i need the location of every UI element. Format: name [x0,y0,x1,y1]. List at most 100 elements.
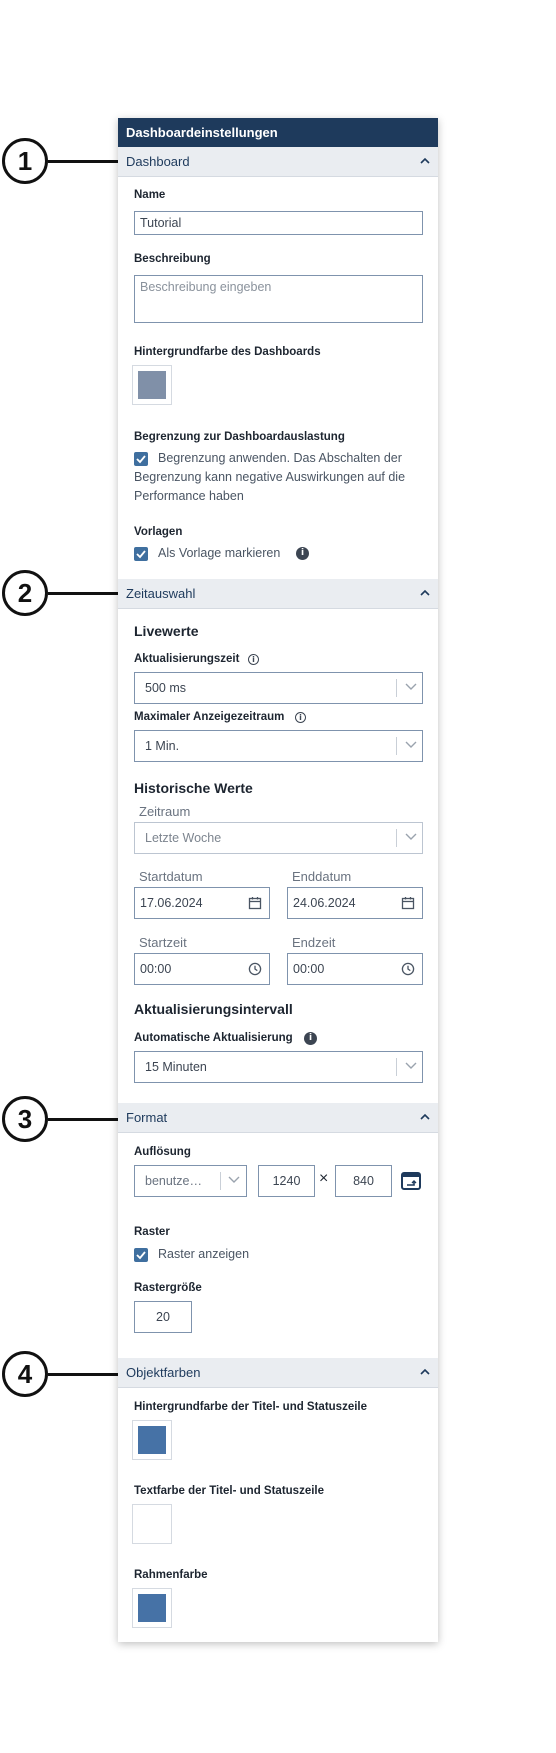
description-label: Beschreibung [134,253,211,265]
info-icon[interactable]: i [296,547,309,560]
select-separator [396,679,397,697]
title-bar-bg-color-picker[interactable] [132,1420,172,1460]
select-separator [396,829,397,847]
section-title-format: Format [126,1110,168,1125]
select-separator [396,737,397,755]
section-title-time: Zeitauswahl [126,586,196,601]
grid-size-input[interactable]: 20 [134,1301,192,1333]
section-header-time[interactable]: Zeitauswahl [118,579,438,609]
section-title-dashboard: Dashboard [126,154,190,169]
checkmark-icon [136,1251,146,1260]
start-time-label: Startzeit [139,935,187,950]
callout-3-line [48,1118,122,1121]
start-date-label: Startdatum [139,869,203,884]
resolution-label: Auflösung [134,1146,191,1158]
end-date-label: Enddatum [292,869,352,884]
dashboard-bg-color-fill [138,371,166,399]
callout-4: 4 [2,1351,48,1397]
grid-checkbox-text: Raster anzeigen [158,1247,250,1261]
calendar-icon[interactable] [248,896,262,910]
start-time-input[interactable]: 00:00 [134,953,270,985]
border-color-label: Rahmenfarbe [134,1569,208,1581]
grid-size-label: Rastergröße [134,1282,202,1294]
template-checkbox-text: Als Vorlage markieren [158,546,281,560]
live-values-heading: Livewerte [134,623,199,639]
end-time-input[interactable]: 00:00 [287,953,423,985]
chevron-up-icon[interactable] [420,156,430,166]
resolution-height-input[interactable]: 840 [335,1165,392,1197]
select-separator [220,1172,221,1190]
chevron-up-icon[interactable] [420,588,430,598]
checkmark-icon [136,550,146,559]
name-label: Name [134,189,166,201]
times-sign: × [319,1170,329,1187]
bg-color-label: Hintergrundfarbe des Dashboards [134,346,321,358]
grid-checkbox[interactable] [134,1248,148,1262]
title-bar-bg-color-fill [138,1426,166,1454]
border-color-picker[interactable] [132,1588,172,1628]
limit-checkbox-text: Begrenzung anwenden. Das Abschalten der … [134,451,406,503]
end-date-value: 24.06.2024 [293,896,356,910]
border-color-fill [138,1594,166,1622]
dashboard-bg-color-picker[interactable] [132,365,172,405]
title-bar-bg-label: Hintergrundfarbe der Titel- und Statusze… [134,1401,368,1413]
select-separator [396,1058,397,1076]
chevron-down-icon [405,741,417,748]
end-time-value: 00:00 [293,962,325,976]
callout-3: 3 [2,1096,48,1142]
chevron-down-icon [405,683,417,690]
auto-update-value: 15 Minuten [145,1060,207,1074]
panel-title: Dashboardeinstellungen [118,118,438,147]
historic-values-heading: Historische Werte [134,780,253,796]
calendar-icon[interactable] [401,896,415,910]
title-bar-text-color-fill [138,1510,166,1538]
update-time-value: 500 ms [145,681,186,695]
clock-icon[interactable] [248,962,262,976]
end-time-label: Endzeit [292,935,336,950]
section-title-object-colors: Objektfarben [126,1365,201,1380]
callout-4-line [48,1373,122,1376]
template-checkbox[interactable] [134,547,148,561]
chevron-down-icon [405,833,417,840]
start-date-input[interactable]: 17.06.2024 [134,887,270,919]
info-icon[interactable]: i [295,712,306,723]
period-value: Letzte Woche [145,831,222,845]
end-date-input[interactable]: 24.06.2024 [287,887,423,919]
title-bar-text-color-picker[interactable] [132,1504,172,1544]
name-input[interactable]: Tutorial [134,211,423,235]
chevron-up-icon[interactable] [420,1112,430,1122]
resolution-width-input[interactable]: 1240 [258,1165,315,1197]
grid-label: Raster [134,1226,170,1238]
start-date-value: 17.06.2024 [140,896,203,910]
clock-icon[interactable] [401,962,415,976]
callout-2-line [48,592,122,595]
max-range-select[interactable]: 1 Min. [134,730,423,762]
chevron-up-icon[interactable] [420,1367,430,1377]
dashboard-settings-panel: Dashboardeinstellungen Dashboard Name Tu… [118,118,438,1642]
section-header-object-colors[interactable]: Objektfarben [118,1358,438,1388]
callout-1: 1 [2,138,48,184]
info-icon[interactable]: i [304,1032,317,1045]
callout-2: 2 [2,570,48,616]
resolution-mode-value: benutze… [145,1174,202,1188]
update-time-select[interactable]: 500 ms [134,672,423,704]
resolution-select[interactable]: benutze… [134,1165,247,1197]
screen-resize-icon[interactable] [401,1172,421,1190]
start-time-value: 00:00 [140,962,172,976]
section-header-dashboard[interactable]: Dashboard [118,147,438,177]
chevron-down-icon [405,1062,417,1069]
update-time-label: Aktualisierungszeit [134,653,240,665]
period-select[interactable]: Letzte Woche [134,822,423,854]
update-interval-heading: Aktualisierungsintervall [134,1001,293,1017]
max-range-label: Maximaler Anzeigezeitraum [134,711,285,723]
period-label: Zeitraum [139,804,191,819]
limit-label: Begrenzung zur Dashboardauslastung [134,431,345,443]
title-bar-text-label: Textfarbe der Titel- und Statuszeile [134,1485,325,1497]
section-header-format[interactable]: Format [118,1103,438,1133]
callout-1-line [48,160,122,163]
templates-label: Vorlagen [134,526,183,538]
description-textarea[interactable]: Beschreibung eingeben [134,275,423,323]
info-icon[interactable]: i [248,654,259,665]
auto-update-select[interactable]: 15 Minuten [134,1051,423,1083]
chevron-down-icon [228,1176,240,1183]
